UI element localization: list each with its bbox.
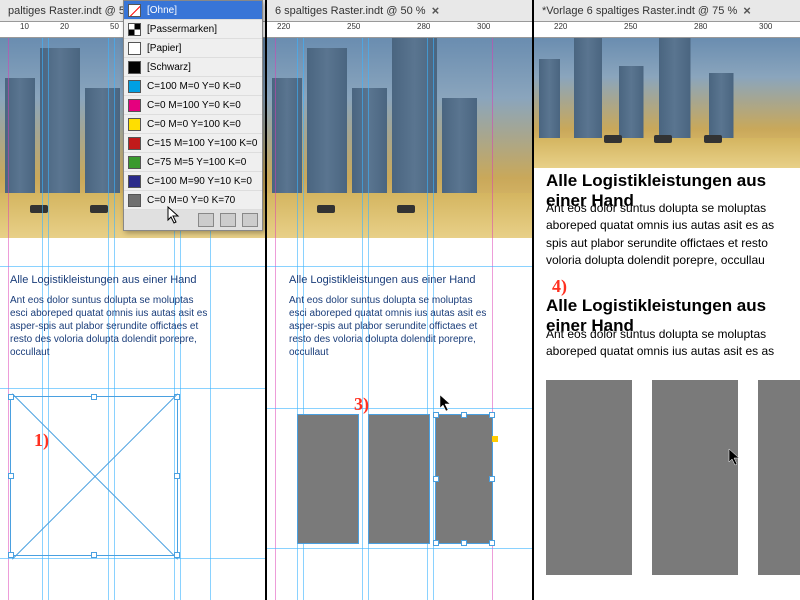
swatch-row[interactable]: C=0 M=0 Y=100 K=0: [124, 115, 262, 134]
close-icon[interactable]: ×: [432, 3, 440, 18]
swatch-chip: [128, 137, 141, 150]
swatches-panel[interactable]: [Ohne] [Passermarken] [Papier] [Schwarz] C=1…: [123, 0, 263, 231]
new-swatch-button[interactable]: [198, 213, 214, 227]
horizontal-ruler[interactable]: 220 250 280 300: [534, 22, 800, 38]
swatch-chip: [128, 61, 141, 74]
swatch-row[interactable]: C=75 M=5 Y=100 K=0: [124, 153, 262, 172]
tab-title: paltiges Raster.indt @ 5…: [8, 5, 136, 17]
step-label-4: 4): [552, 276, 567, 297]
tab-title: 6 spaltiges Raster.indt @ 50 %: [275, 5, 426, 17]
outport-icon[interactable]: [492, 436, 498, 442]
swatch-chip: [128, 42, 141, 55]
swatch-chip: [128, 23, 141, 36]
panel-step-3: 6 spaltiges Raster.indt @ 50 % × 220 250…: [267, 0, 534, 600]
swatch-chip: [128, 194, 141, 207]
swatch-label: C=75 M=5 Y=100 K=0: [147, 157, 246, 168]
bodytext[interactable]: Ant eos dolor suntus dolupta se moluptas…: [10, 294, 210, 359]
swatch-row[interactable]: C=100 M=0 Y=0 K=0: [124, 77, 262, 96]
bodytext[interactable]: Ant eos dolor suntus dolupta se moluptas…: [289, 294, 489, 359]
step-label-1: 1): [34, 430, 49, 451]
swatch-chip: [128, 99, 141, 112]
placeholder-box-1[interactable]: [546, 380, 632, 575]
swatch-label: C=100 M=90 Y=10 K=0: [147, 176, 252, 187]
swatch-row[interactable]: C=15 M=100 Y=100 K=0: [124, 134, 262, 153]
placeholder-box-2[interactable]: [652, 380, 738, 575]
swatch-chip: [128, 80, 141, 93]
swatch-label: C=15 M=100 Y=100 K=0: [147, 138, 257, 149]
horizontal-ruler[interactable]: 220 250 280 300: [267, 22, 532, 38]
swatch-row[interactable]: C=0 M=0 Y=0 K=70: [124, 191, 262, 210]
swatch-label: C=0 M=0 Y=100 K=0: [147, 119, 241, 130]
bodytext-upper[interactable]: Ant eos dolor suntus dolupta se moluptas…: [546, 200, 798, 270]
swatch-chip: [128, 4, 141, 17]
panel-step-1: paltiges Raster.indt @ 5… 10 20 50: [0, 0, 267, 600]
document-canvas[interactable]: Alle Logistikleistungen aus einer Hand A…: [534, 38, 800, 600]
placeholder-box-3[interactable]: [435, 414, 493, 544]
document-tab[interactable]: 6 spaltiges Raster.indt @ 50 % ×: [267, 0, 447, 21]
options-swatch-button[interactable]: [220, 213, 236, 227]
trash-swatch-button[interactable]: [242, 213, 258, 227]
bodytext-lower[interactable]: Ant eos dolor suntus dolupta se moluptas…: [546, 326, 798, 361]
close-icon[interactable]: ×: [743, 3, 751, 18]
swatch-chip: [128, 118, 141, 131]
headline-text[interactable]: Alle Logistikleistungen aus einer Hand: [289, 274, 476, 286]
placeholder-box-3[interactable]: [758, 380, 800, 575]
swatch-row[interactable]: [Schwarz]: [124, 58, 262, 77]
document-tab[interactable]: *Vorlage 6 spaltiges Raster.indt @ 75 % …: [534, 0, 759, 21]
empty-image-frame[interactable]: [10, 396, 178, 556]
step-label-3: 3): [354, 394, 369, 415]
tab-bar: 6 spaltiges Raster.indt @ 50 % ×: [267, 0, 532, 22]
swatch-label: C=100 M=0 Y=0 K=0: [147, 81, 241, 92]
headline-text[interactable]: Alle Logistikleistungen aus einer Hand: [10, 274, 197, 286]
swatch-label: [Ohne]: [147, 5, 177, 16]
swatch-row[interactable]: C=100 M=90 Y=10 K=0: [124, 172, 262, 191]
placeholder-box-2[interactable]: [368, 414, 430, 544]
swatch-chip: [128, 175, 141, 188]
swatch-row[interactable]: C=0 M=100 Y=0 K=0: [124, 96, 262, 115]
swatch-label: C=0 M=100 Y=0 K=0: [147, 100, 241, 111]
swatch-row[interactable]: [Ohne]: [124, 1, 262, 20]
document-canvas[interactable]: Alle Logistikleistungen aus einer Hand A…: [267, 38, 532, 600]
hero-image[interactable]: [534, 38, 800, 168]
swatch-toolbar: [124, 210, 262, 230]
placeholder-box-1[interactable]: [297, 414, 359, 544]
swatch-label: [Papier]: [147, 43, 181, 54]
swatch-label: [Passermarken]: [147, 24, 217, 35]
swatch-chip: [128, 156, 141, 169]
tab-bar: *Vorlage 6 spaltiges Raster.indt @ 75 % …: [534, 0, 800, 22]
swatch-label: C=0 M=0 Y=0 K=70: [147, 195, 235, 206]
swatch-label: [Schwarz]: [147, 62, 191, 73]
swatch-row[interactable]: [Passermarken]: [124, 20, 262, 39]
tab-title: *Vorlage 6 spaltiges Raster.indt @ 75 %: [542, 5, 737, 17]
panel-step-4: *Vorlage 6 spaltiges Raster.indt @ 75 % …: [534, 0, 800, 600]
swatch-row[interactable]: [Papier]: [124, 39, 262, 58]
cursor-icon: [439, 394, 453, 412]
